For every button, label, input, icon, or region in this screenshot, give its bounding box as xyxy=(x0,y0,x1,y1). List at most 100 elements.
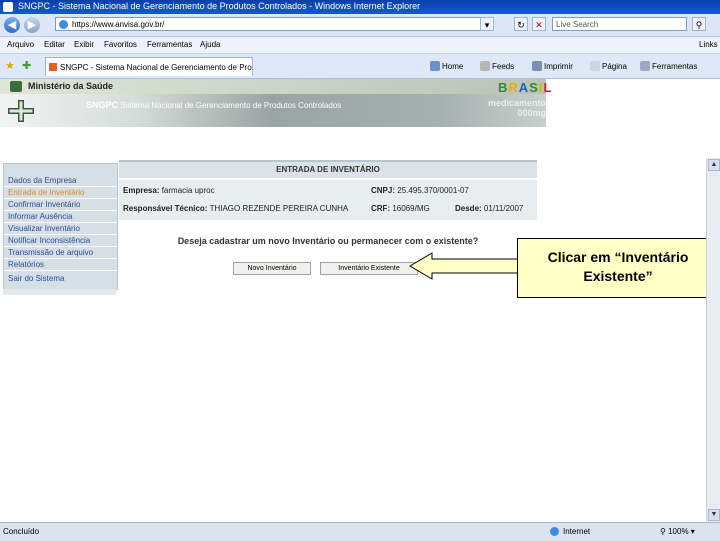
tab-sngpc[interactable]: SNGPC - Sistema Nacional de Gerenciament… xyxy=(45,57,253,76)
sidebar-item-dados-empresa[interactable]: Dados da Empresa xyxy=(8,176,76,185)
tab-title: SNGPC - Sistema Nacional de Gerenciament… xyxy=(60,63,253,72)
cnpj-label: CNPJ: xyxy=(371,186,396,195)
tools-button[interactable]: Ferramentas xyxy=(640,61,697,71)
print-label: Imprimir xyxy=(544,62,573,71)
favorites-star-icon[interactable]: ★ xyxy=(5,59,15,72)
back-icon[interactable]: ◀ xyxy=(4,17,20,33)
status-text: Concluído xyxy=(3,527,40,536)
company-info-panel: Empresa: farmacia uproc CNPJ: 25.495.370… xyxy=(119,180,537,220)
sidebar-item-entrada-inventario[interactable]: Entrada de Inventário xyxy=(8,188,85,197)
menu-ferramentas[interactable]: Ferramentas xyxy=(147,40,192,49)
home-button[interactable]: Home xyxy=(430,61,463,71)
sidebar-item-visualizar-inventario[interactable]: Visualizar Inventário xyxy=(8,224,80,233)
responsavel-row: Responsável Técnico: THIAGO REZENDE PERE… xyxy=(123,204,348,213)
page-icon xyxy=(590,61,600,71)
sidebar-item-notificar-inconsistencia[interactable]: Notificar Inconsistência xyxy=(8,236,90,245)
system-name: SNGPC Sistema Nacional de Gerenciamento … xyxy=(86,100,341,110)
sngpc-logo-icon xyxy=(8,100,34,122)
empresa-row: Empresa: farmacia uproc xyxy=(123,186,215,195)
ministry-bar: Ministério da Saúde xyxy=(0,79,546,94)
instruction-callout: Clicar em “Inventário Existente” xyxy=(517,238,717,298)
status-bar: Concluído Internet ⚲ 100% ▾ xyxy=(0,522,720,541)
menu-arquivo[interactable]: Arquivo xyxy=(7,40,34,49)
crf-value: 16069/MG xyxy=(392,204,430,213)
print-button[interactable]: Imprimir xyxy=(532,61,573,71)
scroll-down-icon[interactable]: ▼ xyxy=(708,509,720,521)
cnpj-value: 25.495.370/0001-07 xyxy=(397,186,469,195)
brasil-letter: A xyxy=(518,80,530,95)
tools-label: Ferramentas xyxy=(652,62,698,71)
coat-of-arms-icon xyxy=(10,81,22,92)
add-favorite-icon[interactable]: ✚ xyxy=(22,59,31,72)
zoom-icon: ⚲ xyxy=(660,527,666,536)
stop-icon[interactable]: ✕ xyxy=(532,17,546,31)
refresh-icon[interactable]: ↻ xyxy=(514,17,528,31)
callout-arrow-icon xyxy=(409,252,520,280)
sidebar-item-relatorios[interactable]: Relatórios xyxy=(8,260,44,269)
tab-favicon-icon xyxy=(49,63,57,71)
sidebar-item-confirmar-inventario[interactable]: Confirmar Inventário xyxy=(8,200,80,209)
search-input[interactable]: Live Search xyxy=(552,17,687,31)
cnpj-row: CNPJ: 25.495.370/0001-07 xyxy=(371,186,469,195)
ie-page-icon xyxy=(59,20,68,29)
globe-icon xyxy=(550,527,559,536)
desde-row: Desde: 01/11/2007 xyxy=(455,204,523,213)
inventory-question: Deseja cadastrar um novo Inventário ou p… xyxy=(177,236,479,246)
dose-text: 000mg xyxy=(517,108,546,118)
scroll-up-icon[interactable]: ▲ xyxy=(708,159,720,171)
tools-icon xyxy=(640,61,650,71)
banner-decoration: medicamento 000mg xyxy=(458,98,546,126)
address-dropdown-icon[interactable]: ▾ xyxy=(480,17,494,31)
page-title: ENTRADA DE INVENTÁRIO xyxy=(276,165,380,174)
address-input[interactable]: https://www.anvisa.gov.br/ xyxy=(55,17,485,31)
brasil-letter: R xyxy=(508,80,519,95)
desde-value: 01/11/2007 xyxy=(483,204,524,213)
brasil-letter: S xyxy=(529,80,539,95)
responsavel-value: THIAGO REZENDE PEREIRA CUNHA xyxy=(209,204,349,213)
menu-links[interactable]: Links xyxy=(699,40,718,49)
feeds-icon xyxy=(480,61,490,71)
crf-row: CRF: 16069/MG xyxy=(371,204,430,213)
empresa-label: Empresa: xyxy=(123,186,160,195)
existing-inventory-button[interactable]: Inventário Existente xyxy=(320,262,418,275)
menu-editar[interactable]: Editar xyxy=(44,40,65,49)
sidebar-item-sair[interactable]: Sair do Sistema xyxy=(8,274,64,283)
brasil-letter: B xyxy=(498,80,509,95)
crf-label: CRF: xyxy=(371,204,391,213)
zoom-text: 100% xyxy=(668,527,689,536)
desde-label: Desde: xyxy=(455,204,482,213)
responsavel-label: Responsável Técnico: xyxy=(123,204,208,213)
page-viewport xyxy=(0,79,706,522)
feeds-button[interactable]: Feeds xyxy=(480,61,514,71)
window-title: SNGPC - Sistema Nacional de Gerenciament… xyxy=(18,1,421,11)
medicamento-text: medicamento xyxy=(487,98,546,108)
callout-line-1: Clicar em “Inventário xyxy=(547,249,689,265)
menu-exibir[interactable]: Exibir xyxy=(74,40,94,49)
menu-bar: Arquivo Editar Exibir Favoritos Ferramen… xyxy=(0,37,720,54)
forward-icon[interactable]: ▶ xyxy=(24,17,40,33)
callout-line-2: Existente” xyxy=(583,268,653,284)
system-full-name: Sistema Nacional de Gerenciamento de Pro… xyxy=(120,101,342,110)
brasil-letter: L xyxy=(543,80,553,95)
home-label: Home xyxy=(442,62,464,71)
section-header: ENTRADA DE INVENTÁRIO xyxy=(119,160,537,178)
page-button[interactable]: Página xyxy=(590,61,627,71)
menu-favoritos[interactable]: Favoritos xyxy=(104,40,137,49)
empresa-value: farmacia uproc xyxy=(161,186,215,195)
zone-label: Internet xyxy=(550,527,590,536)
search-icon[interactable]: ⚲ xyxy=(692,17,706,31)
sidebar-menu: Dados da Empresa Entrada de Inventário C… xyxy=(3,163,118,290)
address-toolbar: ◀ ▶ https://www.anvisa.gov.br/ ▾ ↻ ✕ Liv… xyxy=(0,14,720,37)
address-text: https://www.anvisa.gov.br/ xyxy=(72,20,165,29)
page-label: Página xyxy=(602,62,627,71)
new-inventory-button[interactable]: Novo Inventário xyxy=(233,262,311,275)
menu-ajuda[interactable]: Ajuda xyxy=(200,40,220,49)
sidebar-item-informar-ausencia[interactable]: Informar Ausência xyxy=(8,212,72,221)
vertical-scrollbar[interactable]: ▲ ▼ xyxy=(706,158,720,522)
sidebar-item-transmissao-arquivo[interactable]: Transmissão de arquivo xyxy=(8,248,93,257)
ministry-title: Ministério da Saúde xyxy=(28,81,114,91)
sidebar-footer xyxy=(3,289,116,295)
window-title-bar: SNGPC - Sistema Nacional de Gerenciament… xyxy=(0,0,720,14)
brasil-logo: BRASIL xyxy=(498,80,552,95)
zoom-control[interactable]: ⚲ 100% ▾ xyxy=(660,527,695,536)
